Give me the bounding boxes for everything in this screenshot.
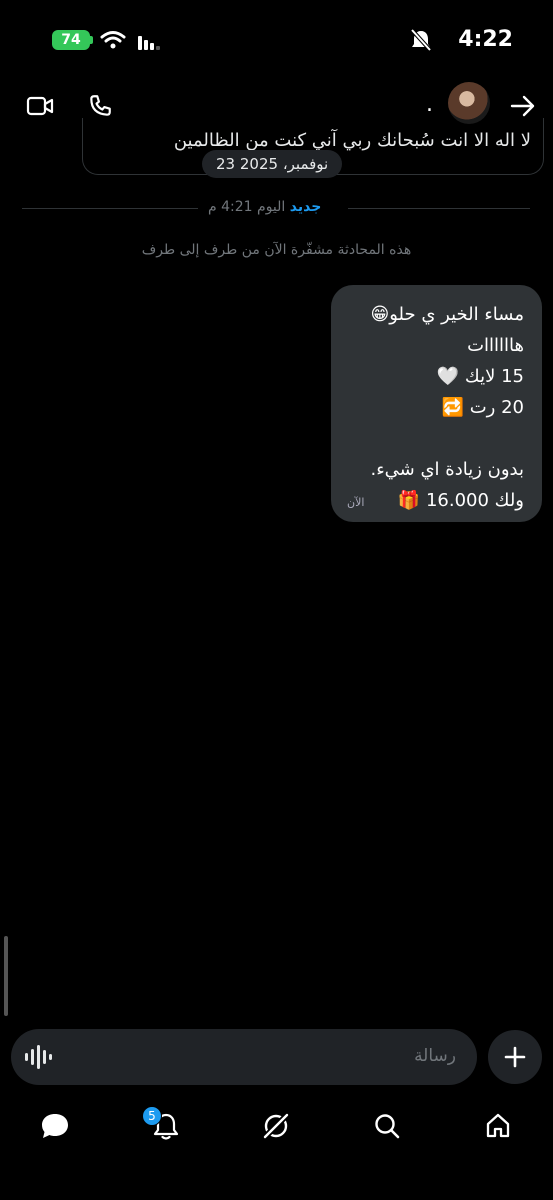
grok-icon bbox=[263, 1113, 289, 1139]
add-attachment-button[interactable] bbox=[488, 1030, 542, 1084]
phone-icon bbox=[90, 95, 111, 116]
battery-level: 74 bbox=[61, 32, 81, 48]
nav-messages[interactable] bbox=[33, 1106, 77, 1146]
message-line: مساء الخير ي حلو😁 bbox=[370, 304, 524, 325]
wifi-icon bbox=[100, 31, 126, 49]
previous-message-text: لا اله الا انت سُبحانك ربي آني كنت من ال… bbox=[173, 130, 531, 151]
message-input[interactable]: رسالة bbox=[414, 1046, 456, 1066]
battery-tip bbox=[90, 36, 93, 44]
divider-time: اليوم 4:21 م bbox=[208, 199, 286, 215]
message-line: بدون زيادة اي شيء. bbox=[370, 459, 524, 480]
message-bubble[interactable]: مساء الخير ي حلو😁 هاااااات 15 لايك 🤍 20 … bbox=[331, 285, 542, 522]
status-time: 4:22 bbox=[458, 27, 513, 52]
voice-message-icon[interactable] bbox=[24, 1044, 54, 1070]
message-line: هاااااات bbox=[467, 335, 524, 356]
nav-home[interactable] bbox=[476, 1106, 520, 1146]
encryption-notice: هذه المحادثة مشفّرة الآن من طرف إلى طرف bbox=[141, 242, 412, 258]
message-line: 20 رت 🔁 bbox=[441, 397, 524, 418]
divider-line-left bbox=[22, 208, 198, 209]
signal-icon bbox=[138, 36, 160, 50]
message-line bbox=[347, 423, 524, 454]
search-icon bbox=[375, 1114, 400, 1139]
message-line: 15 لايك 🤍 bbox=[436, 366, 524, 387]
date-separator: 23 نوفمبر، 2025 bbox=[202, 150, 343, 178]
new-messages-divider: جديد اليوم 4:21 م bbox=[208, 199, 321, 215]
contact-name[interactable]: . bbox=[426, 92, 433, 117]
chat-bubble-icon bbox=[42, 1114, 68, 1138]
new-label: جديد bbox=[289, 199, 322, 215]
scrollbar[interactable] bbox=[4, 936, 8, 1016]
message-composer[interactable] bbox=[11, 1029, 477, 1085]
video-call-button[interactable] bbox=[20, 86, 60, 126]
nav-search[interactable] bbox=[365, 1106, 409, 1146]
message-line: ولك 16.000 🎁 bbox=[397, 490, 524, 511]
divider-line-right bbox=[348, 208, 530, 209]
plus-icon bbox=[504, 1046, 526, 1068]
message-time: الآن bbox=[347, 496, 365, 509]
battery-indicator: 74 bbox=[52, 30, 90, 50]
notifications-badge: 5 bbox=[142, 1106, 162, 1126]
home-icon bbox=[486, 1113, 510, 1138]
arrow-right-icon bbox=[510, 95, 535, 117]
video-camera-icon bbox=[26, 96, 54, 116]
nav-grok[interactable] bbox=[254, 1106, 298, 1146]
bell-muted-icon bbox=[410, 28, 432, 52]
